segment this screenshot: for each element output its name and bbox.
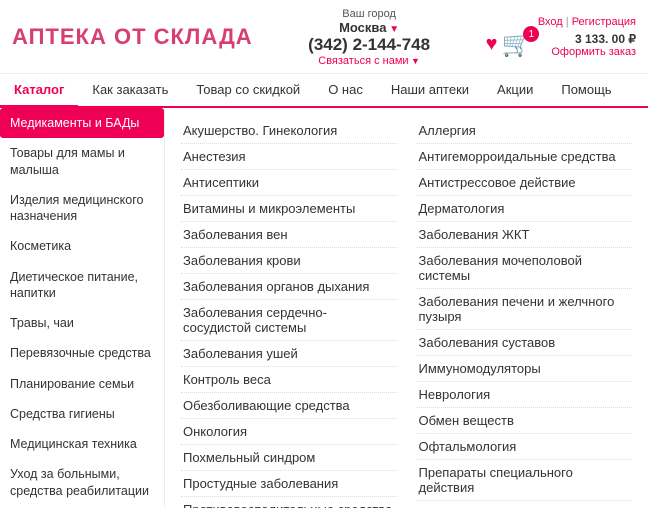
register-link[interactable]: Регистрация <box>572 16 636 28</box>
list-item[interactable]: Антистрессовое действие <box>417 170 633 196</box>
list-item[interactable]: Контроль веса <box>181 367 397 393</box>
sidebar-item-medications[interactable]: Медикаменты и БАДы <box>0 108 164 138</box>
sidebar-item-family-planning[interactable]: Планирование семьи <box>0 369 164 399</box>
sidebar-item-diet[interactable]: Диетическое питание, напитки <box>0 262 164 309</box>
sidebar-item-patient-care[interactable]: Уход за больными, средства реабилитации <box>0 459 164 506</box>
list-item[interactable]: Антисептики <box>181 170 397 196</box>
contact-link[interactable]: Связаться с нами <box>308 55 430 67</box>
auth-links: Вход | Регистрация <box>538 16 636 28</box>
list-item[interactable]: Заболевания мочеполовой системы <box>417 248 633 289</box>
main-content: Медикаменты и БАДы Товары для мамы и мал… <box>0 108 648 508</box>
list-item[interactable]: Заболевания крови <box>181 248 397 274</box>
nav-item-about[interactable]: О нас <box>314 74 377 106</box>
sidebar-item-herbs[interactable]: Травы, чаи <box>0 308 164 338</box>
cart-price: 3 133. 00 ₽ <box>551 32 636 46</box>
city-label: Ваш город <box>308 8 430 20</box>
nav-item-how-to-order[interactable]: Как заказать <box>78 74 182 106</box>
sidebar-item-medical-products[interactable]: Изделия медицинского назначения <box>0 185 164 232</box>
category-right: Аллергия Антигеморроидальные средства Ан… <box>417 118 633 508</box>
list-item[interactable]: Обмен веществ <box>417 408 633 434</box>
nav-item-discounted[interactable]: Товар со скидкой <box>182 74 314 106</box>
order-button[interactable]: Оформить заказ <box>551 46 636 58</box>
list-item[interactable]: Препараты специального действия <box>417 460 633 501</box>
list-item[interactable]: Онкология <box>181 419 397 445</box>
list-item[interactable]: Заболевания ушей <box>181 341 397 367</box>
list-item[interactable]: Похмельный синдром <box>181 445 397 471</box>
list-item[interactable]: Заболевания органов дыхания <box>181 274 397 300</box>
sidebar-item-cosmetics[interactable]: Косметика <box>0 231 164 261</box>
list-item[interactable]: Акушерство. Гинекология <box>181 118 397 144</box>
list-item[interactable]: Дерматология <box>417 196 633 222</box>
list-item[interactable]: Офтальмология <box>417 434 633 460</box>
header: АПТЕКА ОТ СКЛАДА Ваш город Москва (342) … <box>0 0 648 74</box>
list-item[interactable]: Аллергия <box>417 118 633 144</box>
heart-icon[interactable]: ♥ <box>486 33 498 56</box>
logo: АПТЕКА ОТ СКЛАДА <box>12 25 253 49</box>
nav-item-help[interactable]: Помощь <box>547 74 625 106</box>
nav-item-catalog[interactable]: Каталог <box>0 74 78 108</box>
login-link[interactable]: Вход <box>538 16 563 28</box>
list-item[interactable]: Анестезия <box>181 144 397 170</box>
sidebar-item-bandages[interactable]: Перевязочные средства <box>0 338 164 368</box>
sidebar-item-hygiene[interactable]: Средства гигиены <box>0 399 164 429</box>
sidebar-item-mom-baby[interactable]: Товары для мамы и малыша <box>0 138 164 185</box>
sidebar-item-medical-tech[interactable]: Медицинская техника <box>0 429 164 459</box>
cart-badge: 1 <box>523 26 539 42</box>
list-item[interactable]: Антигеморроидальные средства <box>417 144 633 170</box>
list-item[interactable]: Заболевания ЖКТ <box>417 222 633 248</box>
phone-number: (342) 2-144-748 <box>308 35 430 55</box>
list-item[interactable]: Заболевания суставов <box>417 330 633 356</box>
header-right: Вход | Регистрация ♥ 🛒 1 3 133. 00 ₽ Офо… <box>486 16 636 59</box>
list-item[interactable]: Заболевания сердечно-сосудистой системы <box>181 300 397 341</box>
list-item[interactable]: Обезболивающие средства <box>181 393 397 419</box>
list-item[interactable]: Заболевания печени и желчного пузыря <box>417 289 633 330</box>
list-item[interactable]: Витамины и микроэлементы <box>181 196 397 222</box>
nav-bar: Каталог Как заказать Товар со скидкой О … <box>0 74 648 108</box>
list-item[interactable]: Иммуномодуляторы <box>417 356 633 382</box>
category-content: Акушерство. Гинекология Анестезия Антисе… <box>165 108 648 508</box>
category-left: Акушерство. Гинекология Анестезия Антисе… <box>181 118 397 508</box>
list-item[interactable]: Простудные заболевания <box>181 471 397 497</box>
list-item[interactable]: Противовоспалительные средства <box>181 497 397 508</box>
list-item[interactable]: Неврология <box>417 382 633 408</box>
nav-item-promotions[interactable]: Акции <box>483 74 547 106</box>
sidebar: Медикаменты и БАДы Товары для мамы и мал… <box>0 108 165 508</box>
city-selector[interactable]: Москва <box>308 20 430 35</box>
category-grid: Акушерство. Гинекология Анестезия Антисе… <box>181 118 632 508</box>
list-item[interactable]: Заболевания вен <box>181 222 397 248</box>
header-center: Ваш город Москва (342) 2-144-748 Связать… <box>308 8 430 67</box>
list-item[interactable]: Противовирусное действие <box>417 501 633 508</box>
nav-item-pharmacies[interactable]: Наши аптеки <box>377 74 483 106</box>
